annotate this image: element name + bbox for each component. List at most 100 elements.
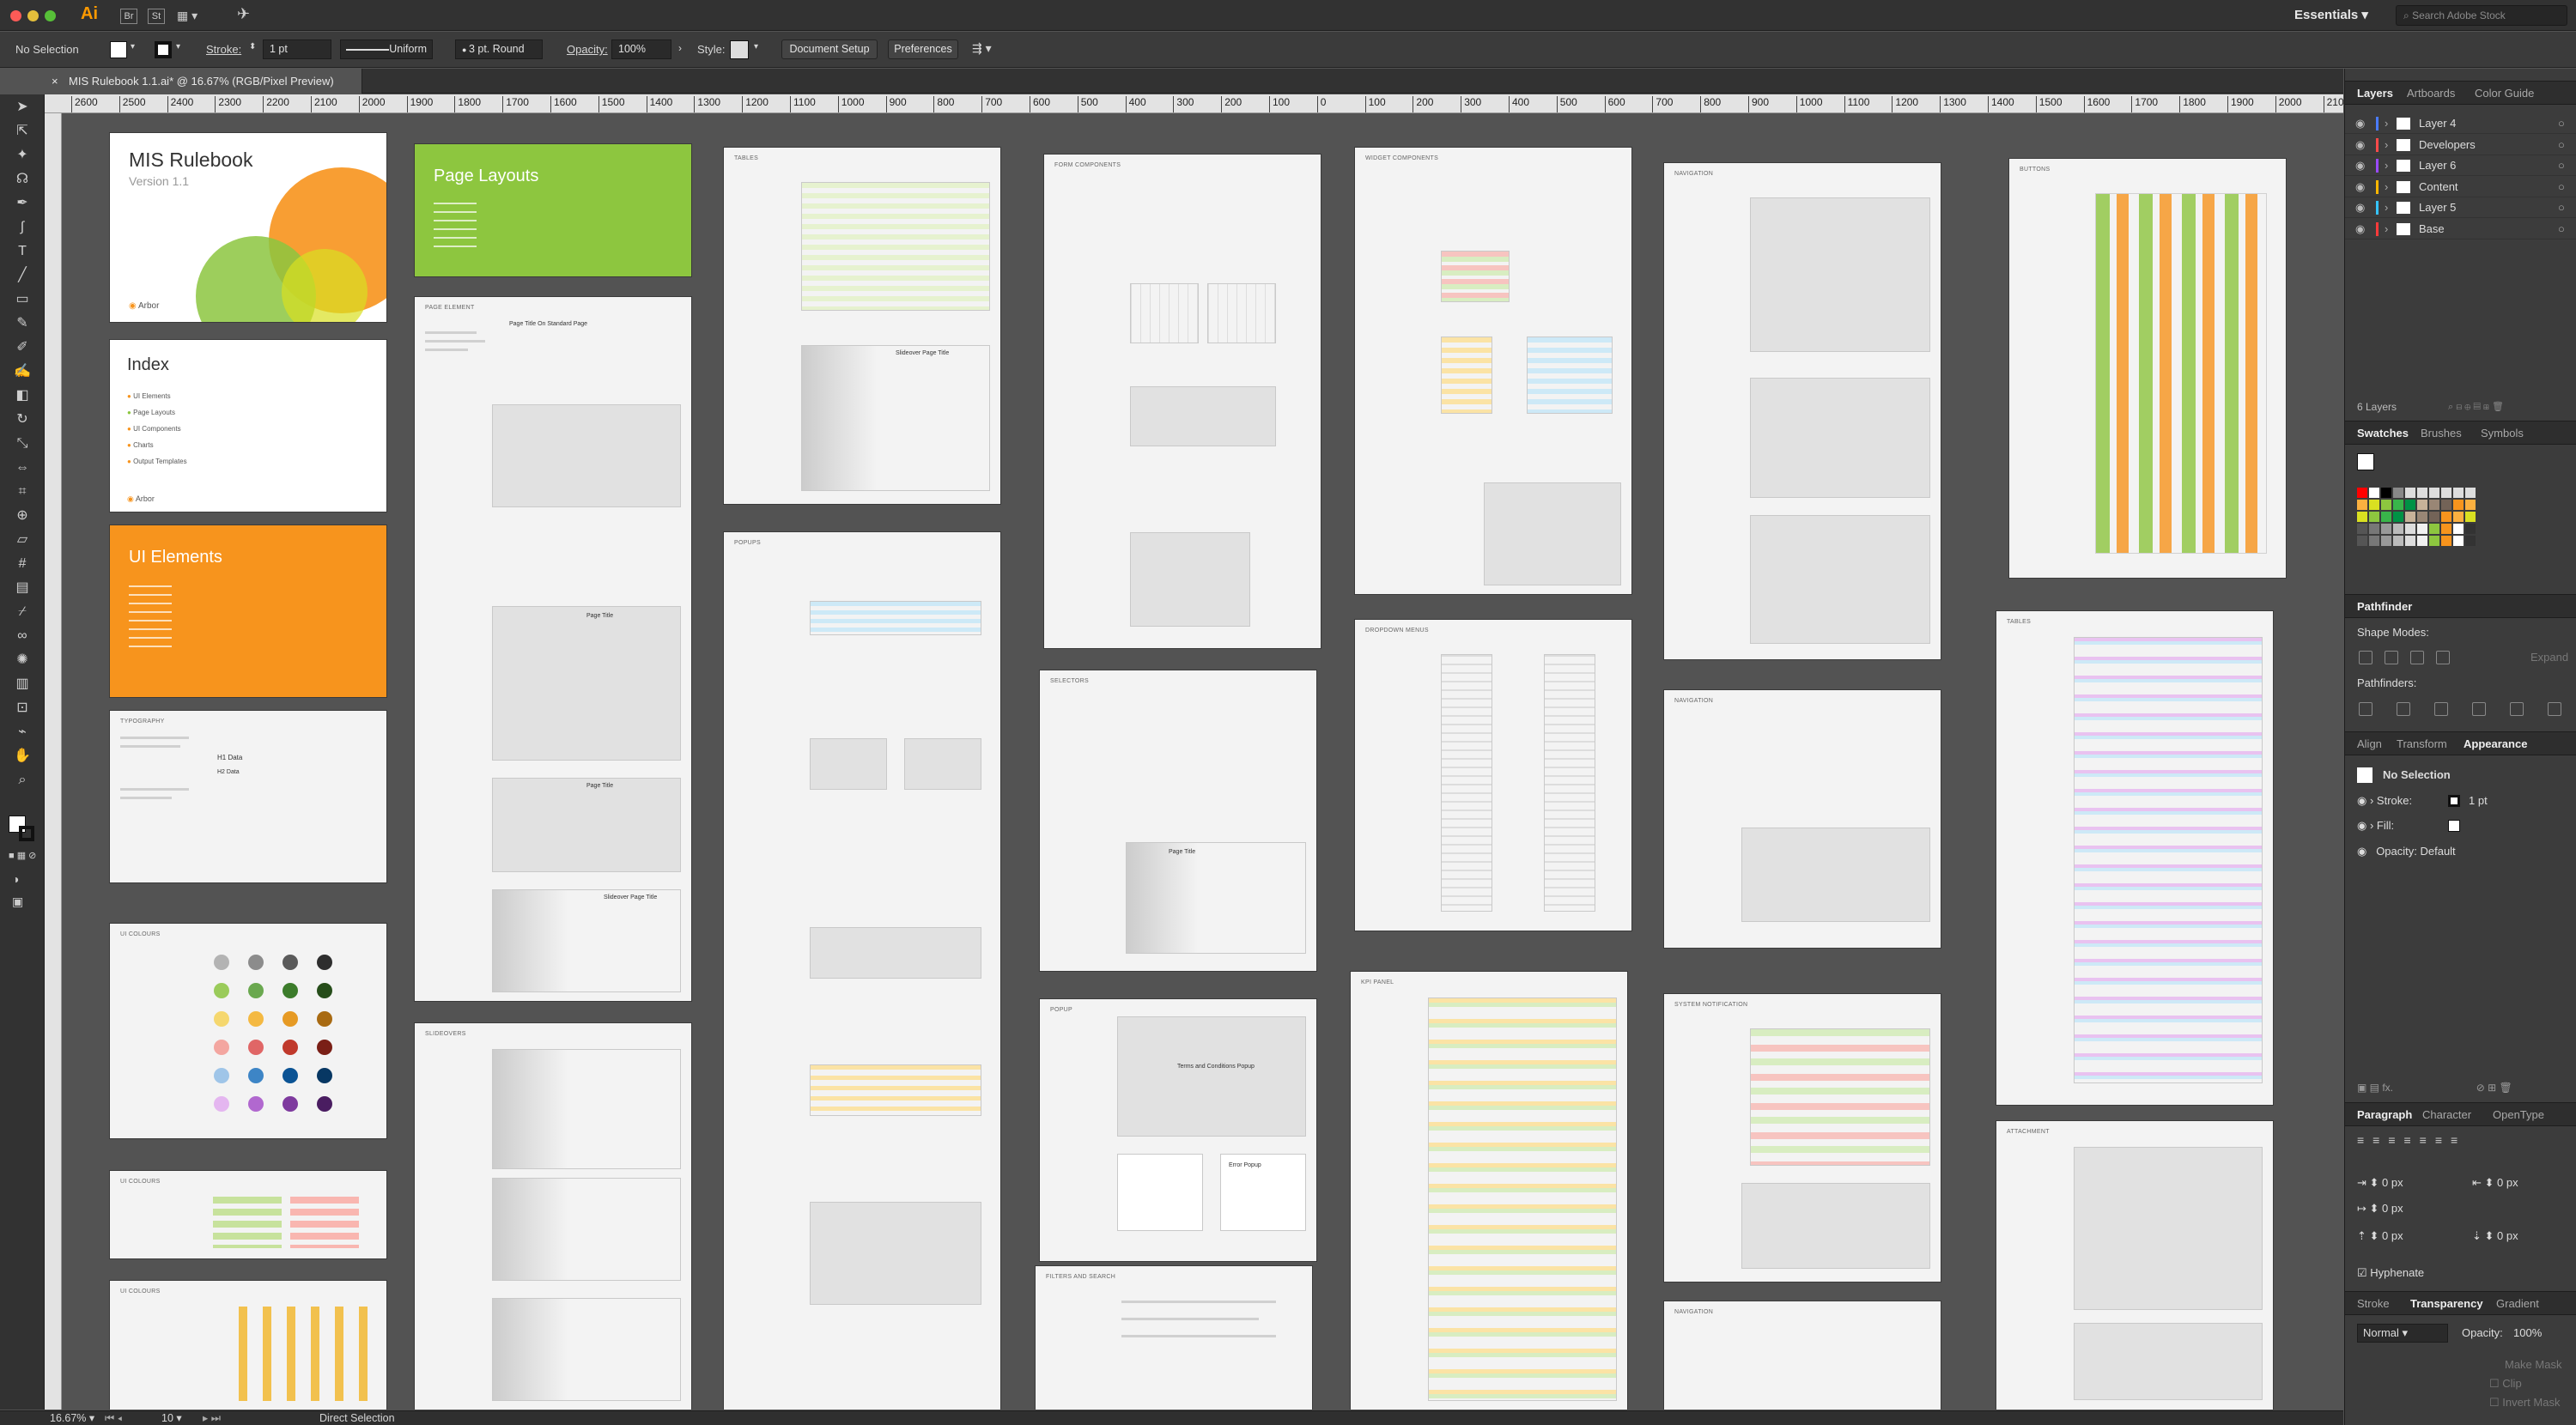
minus-front-icon[interactable]	[2385, 651, 2398, 664]
index-item[interactable]: ● Output Templates	[127, 453, 187, 470]
target-icon[interactable]: ○	[2558, 135, 2565, 155]
artboard-page-layouts[interactable]: Page Layouts	[415, 144, 691, 276]
artboard-typography[interactable]: TYPOGRAPHY H1 Data H2 Data	[110, 711, 386, 882]
first-artboard-icon[interactable]: ⏮ ◂	[105, 1411, 122, 1425]
stroke-swatch[interactable]	[155, 41, 172, 58]
swatch[interactable]	[2453, 500, 2464, 510]
layer-row[interactable]: ◉ › Layer 6 ○	[2345, 155, 2576, 176]
swatch[interactable]	[2393, 500, 2403, 510]
layer-row[interactable]: ◉ › Content ○	[2345, 177, 2576, 197]
chevron-right-icon[interactable]: ›	[2385, 219, 2388, 240]
swatch[interactable]	[2381, 512, 2391, 522]
swatch[interactable]	[2405, 512, 2415, 522]
swatch[interactable]	[2369, 524, 2379, 534]
artboard-page-element[interactable]: PAGE ELEMENT Page Title On Standard Page…	[415, 297, 691, 1001]
chevron-down-icon[interactable]: ▾	[176, 42, 180, 52]
artboard-ui-colours-3[interactable]: UI COLOURS	[110, 1281, 386, 1410]
swatch[interactable]	[2429, 536, 2439, 546]
eye-icon[interactable]: ◉	[2355, 177, 2365, 197]
swatch[interactable]	[2381, 488, 2391, 498]
clip-checkbox[interactable]: ☐ Clip	[2489, 1375, 2522, 1392]
workspace-switcher[interactable]: Essentials ▾	[2294, 7, 2368, 22]
tab-gradient[interactable]: Gradient	[2496, 1292, 2539, 1316]
target-icon[interactable]: ○	[2558, 219, 2565, 240]
swatch[interactable]	[2417, 536, 2427, 546]
eye-icon[interactable]: ◉	[2355, 135, 2365, 155]
eyedropper-tool-icon[interactable]: ⌿	[10, 603, 34, 622]
swatch[interactable]	[2405, 536, 2415, 546]
eye-icon[interactable]: ◉	[2355, 197, 2365, 218]
tab-character[interactable]: Character	[2422, 1103, 2471, 1127]
slice-tool-icon[interactable]: ⌁	[10, 723, 34, 742]
rectangle-tool-icon[interactable]: ▭	[10, 290, 34, 309]
appearance-fill-swatch[interactable]	[2448, 820, 2460, 832]
opacity-label[interactable]: Opacity:	[567, 41, 608, 58]
artboard-navigation-3[interactable]: NAVIGATION	[1664, 1301, 1941, 1410]
tab-swatches[interactable]: Swatches	[2357, 421, 2409, 446]
selection-tool-icon[interactable]: ➤	[10, 98, 34, 117]
unite-icon[interactable]	[2359, 651, 2372, 664]
swatch[interactable]	[2453, 488, 2464, 498]
swatch[interactable]	[2405, 488, 2415, 498]
first-line-indent-field[interactable]: ↦ ⬍ 0 px	[2357, 1200, 2403, 1217]
maximize-window-button[interactable]	[45, 10, 56, 21]
artboard-widget-components[interactable]: WIDGET COMPONENTS	[1355, 148, 1631, 594]
index-item[interactable]: ● UI Components	[127, 421, 187, 437]
zoom-tool-icon[interactable]: ⌕	[10, 771, 34, 790]
gradient-tool-icon[interactable]: ▤	[10, 579, 34, 597]
stroke-weight-field[interactable]: 1 pt	[263, 39, 331, 59]
appearance-stroke-row[interactable]: ◉ › Stroke:	[2357, 792, 2412, 810]
scale-tool-icon[interactable]: ⤡	[10, 434, 34, 453]
appearance-opacity-row[interactable]: ◉ Opacity: Default	[2357, 843, 2456, 860]
target-icon[interactable]: ○	[2558, 197, 2565, 218]
chevron-right-icon[interactable]: ›	[2385, 155, 2388, 176]
swatch[interactable]	[2357, 524, 2367, 534]
arrange-documents-icon[interactable]: ▦ ▾	[177, 9, 208, 24]
layer-row[interactable]: ◉ › Layer 4 ○	[2345, 113, 2576, 134]
artboard-kpi-panel[interactable]: KPI PANEL	[1351, 972, 1627, 1410]
intersect-icon[interactable]	[2410, 651, 2424, 664]
eye-icon[interactable]: ◉	[2357, 819, 2366, 832]
layer-row[interactable]: ◉ › Layer 5 ○	[2345, 197, 2576, 218]
tab-transparency[interactable]: Transparency	[2410, 1292, 2483, 1316]
swatch[interactable]	[2441, 488, 2451, 498]
transparency-opacity-value[interactable]: 100%	[2513, 1325, 2542, 1342]
swatch[interactable]	[2369, 488, 2379, 498]
hand-tool-icon[interactable]: ✋	[10, 747, 34, 766]
invert-mask-checkbox[interactable]: ☐ Invert Mask	[2489, 1394, 2560, 1411]
blend-tool-icon[interactable]: ∞	[10, 627, 34, 646]
exclude-icon[interactable]	[2436, 651, 2450, 664]
brush-select[interactable]: ● 3 pt. Round	[455, 39, 543, 59]
swatch[interactable]	[2369, 500, 2379, 510]
stroke-color-icon[interactable]	[19, 826, 34, 841]
swatch[interactable]	[2453, 524, 2464, 534]
chevron-right-icon[interactable]: ›	[2385, 197, 2388, 218]
artboard-navigation-1[interactable]: NAVIGATION	[1664, 163, 1941, 659]
artboard-tool-icon[interactable]: ⊡	[10, 699, 34, 718]
swatch[interactable]	[2429, 500, 2439, 510]
blend-mode-select[interactable]: Normal ▾	[2357, 1324, 2448, 1343]
artboard-slideovers[interactable]: SLIDEOVERS	[415, 1023, 691, 1410]
indent-left-field[interactable]: ⇥ ⬍ 0 px	[2357, 1174, 2403, 1192]
swatch[interactable]	[2357, 512, 2367, 522]
outline-icon[interactable]	[2510, 702, 2524, 716]
index-item[interactable]: ● Page Layouts	[127, 404, 187, 421]
minus-back-icon[interactable]	[2548, 702, 2561, 716]
expand-button[interactable]: Expand	[2530, 649, 2568, 666]
eye-icon[interactable]: ◉	[2357, 794, 2366, 807]
paintbrush-tool-icon[interactable]: ✎	[10, 314, 34, 333]
artboard-canvas[interactable]: MIS Rulebook Version 1.1 ◉ Arbor Index ●…	[63, 113, 2343, 1410]
stroke-profile-select[interactable]: Uniform	[340, 39, 433, 59]
target-icon[interactable]: ○	[2558, 113, 2565, 134]
swatch[interactable]	[2465, 524, 2476, 534]
stroke-label[interactable]: Stroke:	[206, 41, 241, 58]
swatch[interactable]	[2441, 536, 2451, 546]
swatch[interactable]	[2381, 500, 2391, 510]
stepper-icon[interactable]: ⬍	[249, 42, 256, 52]
stock-icon[interactable]: St	[148, 9, 165, 24]
artboard-buttons[interactable]: BUTTONS	[2009, 159, 2286, 578]
swatch[interactable]	[2465, 536, 2476, 546]
symbol-sprayer-tool-icon[interactable]: ✺	[10, 651, 34, 670]
divide-icon[interactable]	[2359, 702, 2372, 716]
free-transform-tool-icon[interactable]: ⌗	[10, 482, 34, 501]
